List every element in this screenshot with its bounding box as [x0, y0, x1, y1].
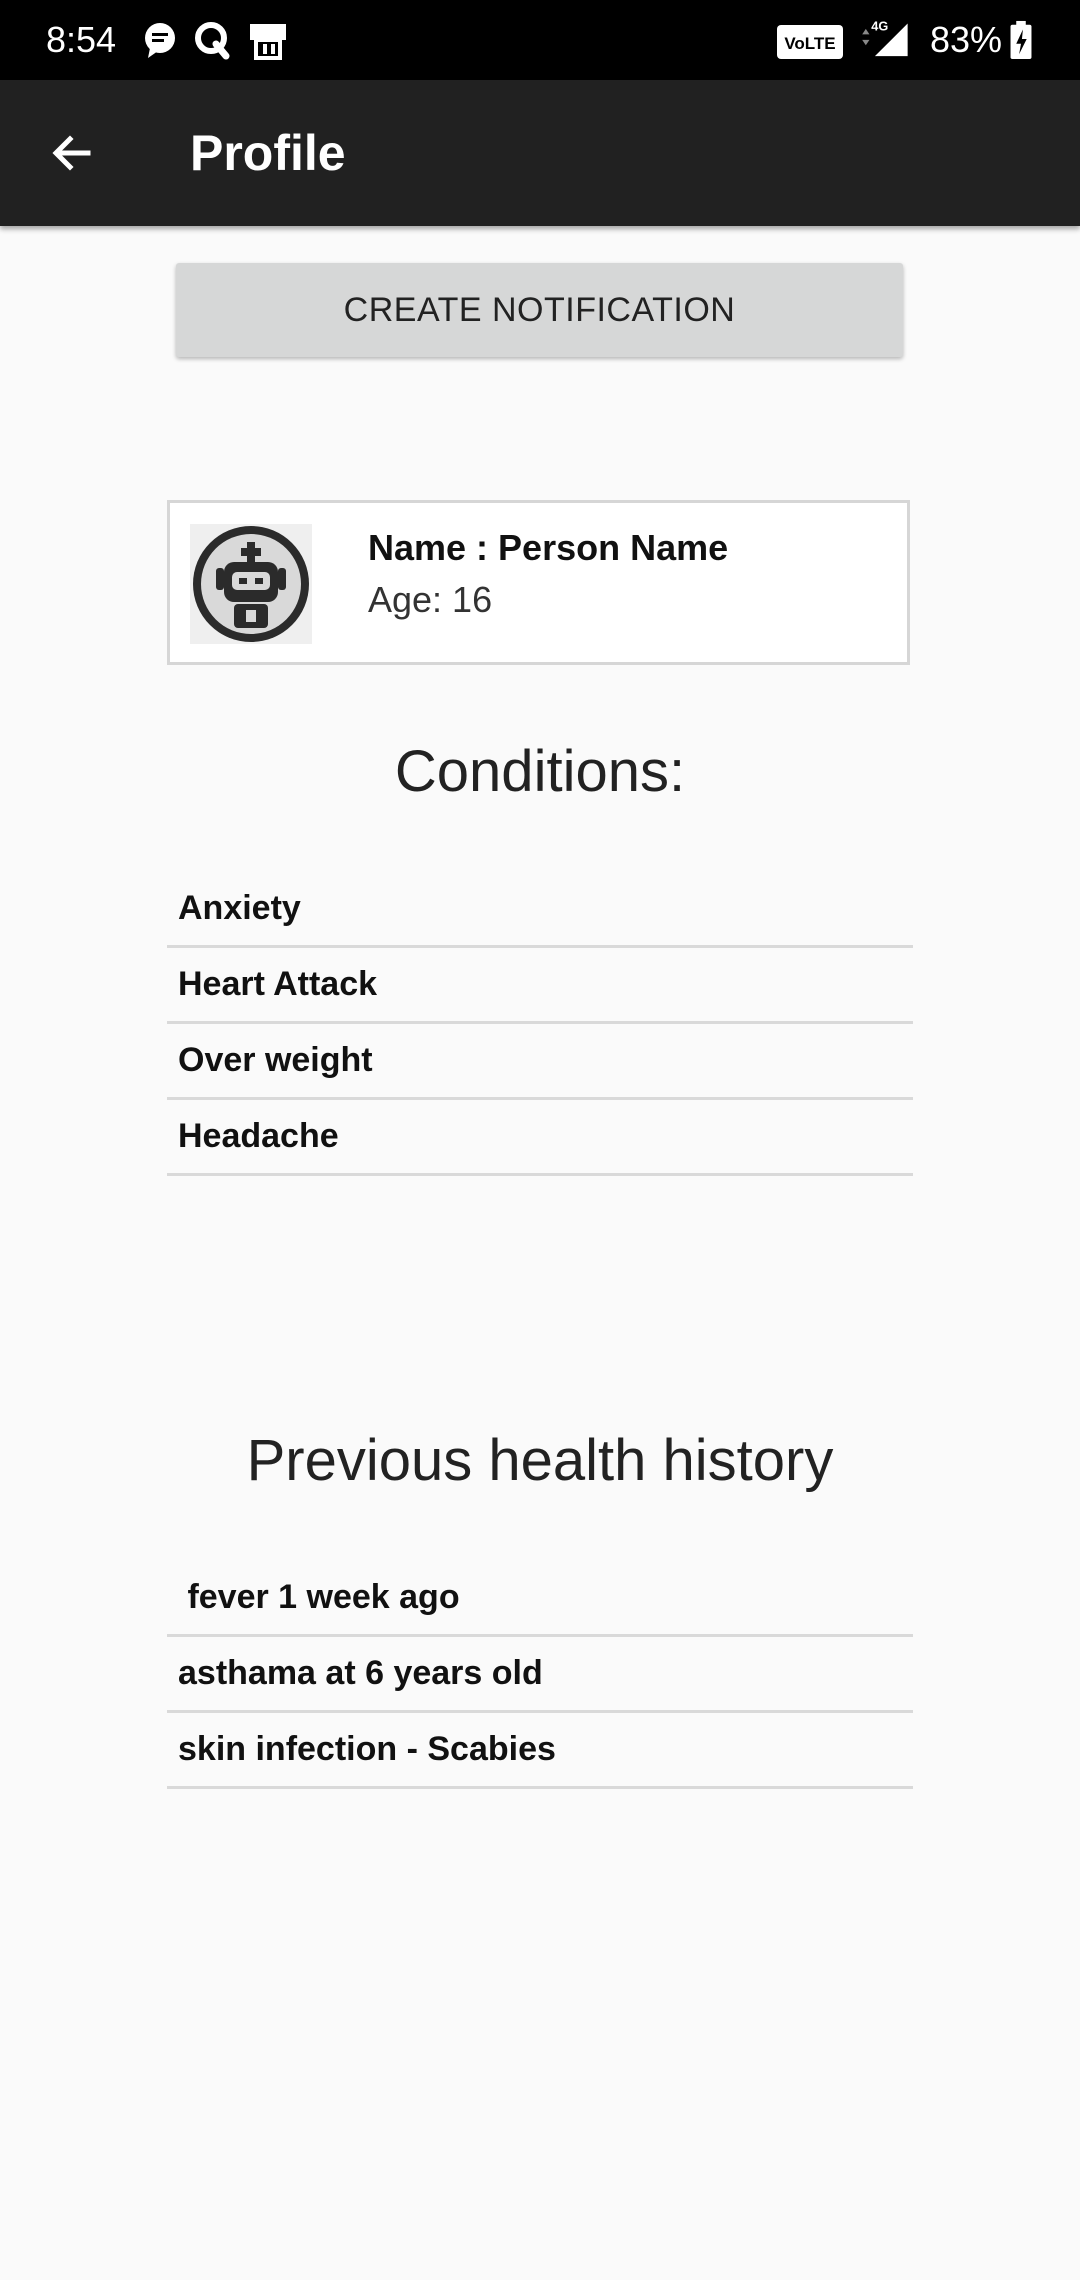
- svg-text:VoLTE: VoLTE: [784, 34, 835, 53]
- battery-percent: 83%: [930, 19, 1003, 60]
- create-notification-button[interactable]: CREATE NOTIFICATION: [176, 263, 903, 357]
- patient-name: Name : Person Name: [368, 527, 729, 568]
- history-item[interactable]: skin infection - Scabies: [167, 1713, 913, 1789]
- status-time: 8:54: [46, 19, 117, 60]
- q-app-icon: [195, 22, 230, 60]
- status-bar: 8:54 VoLTE 4G 83%: [0, 0, 1080, 80]
- chat-icon: [145, 23, 175, 58]
- condition-item[interactable]: Anxiety: [167, 872, 913, 948]
- conditions-title: Conditions:: [394, 739, 686, 804]
- history-item[interactable]: asthama at 6 years old: [167, 1637, 913, 1713]
- history-list: fever 1 week ago asthama at 6 years old …: [167, 1561, 913, 1789]
- battery-charging-icon: [1010, 20, 1032, 60]
- history-title: Previous health history: [246, 1428, 834, 1493]
- conditions-list: Anxiety Heart Attack Over weight Headach…: [167, 872, 913, 1176]
- arrow-back-icon: [52, 135, 91, 171]
- robot-medic-avatar-icon: [193, 526, 309, 642]
- phone-clean-icon: [250, 24, 286, 60]
- condition-item[interactable]: Headache: [167, 1100, 913, 1176]
- back-button[interactable]: [28, 109, 116, 197]
- profile-card: Name : Person Name Age: 16: [167, 500, 910, 665]
- signal-4g-icon: 4G: [862, 19, 908, 57]
- avatar: [190, 524, 312, 644]
- history-item[interactable]: fever 1 week ago: [167, 1561, 913, 1637]
- app-bar: Profile: [0, 80, 1080, 226]
- volte-icon: VoLTE: [777, 25, 843, 59]
- condition-item[interactable]: Heart Attack: [167, 948, 913, 1024]
- patient-age: Age: 16: [368, 579, 493, 620]
- condition-item[interactable]: Over weight: [167, 1024, 913, 1100]
- svg-text:4G: 4G: [871, 19, 888, 34]
- page-title: Profile: [190, 125, 346, 181]
